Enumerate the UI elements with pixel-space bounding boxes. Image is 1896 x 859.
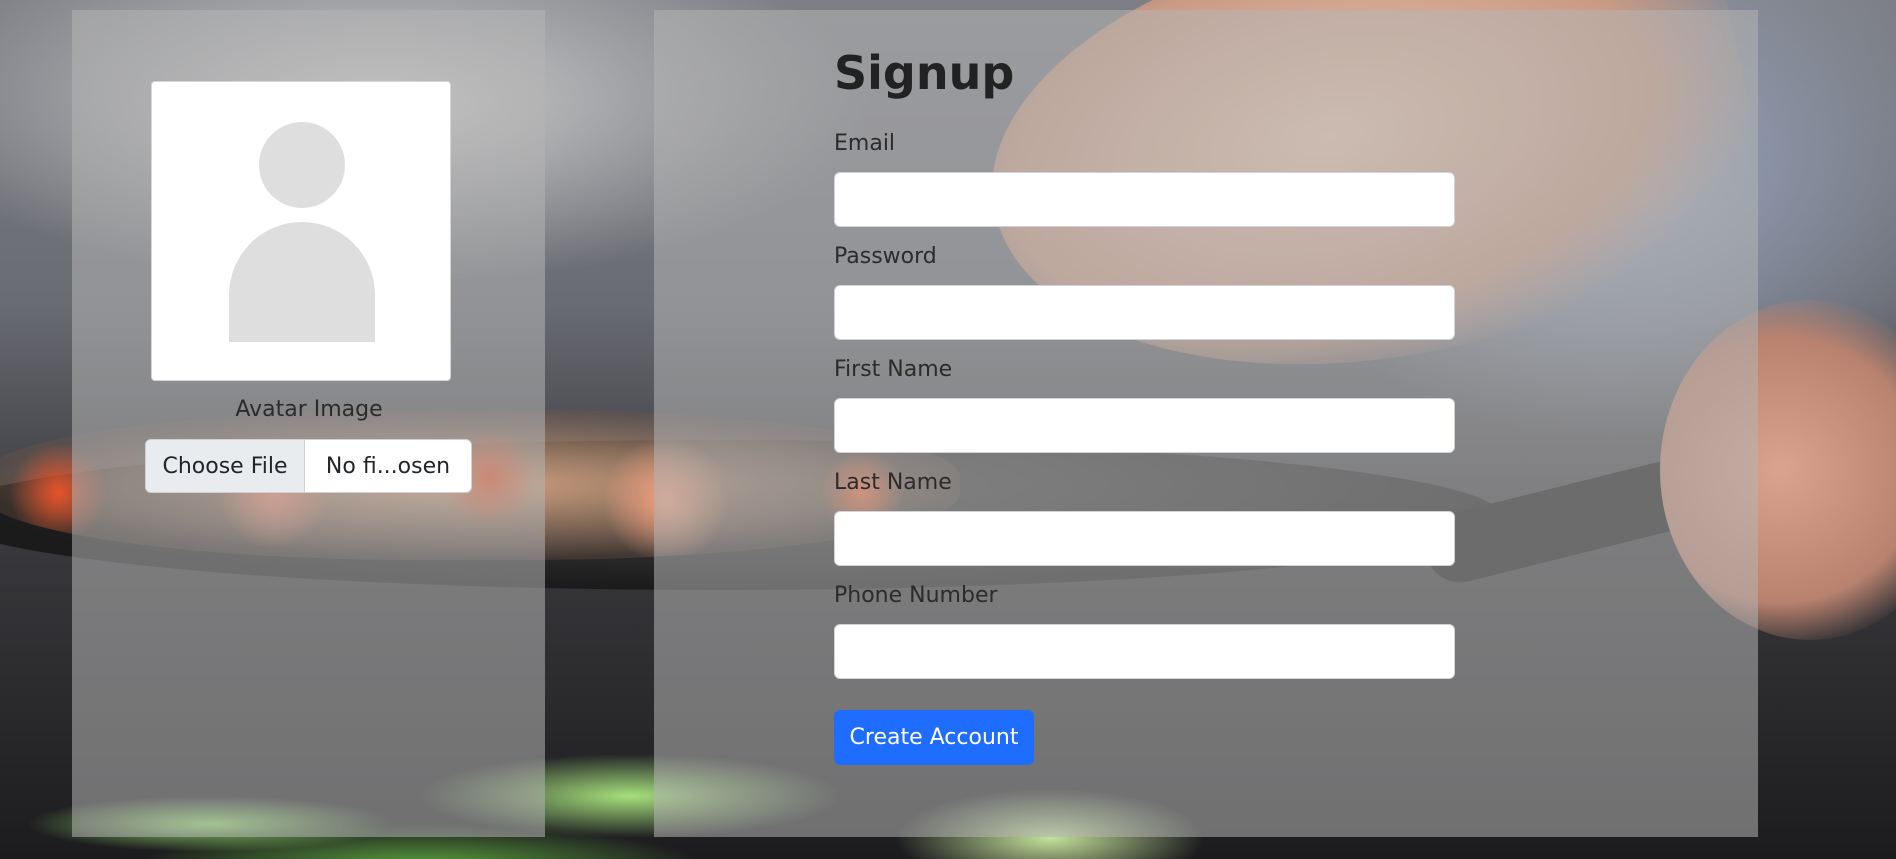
phone-number-label: Phone Number (834, 583, 998, 608)
last-name-field[interactable] (834, 511, 1455, 566)
create-account-button[interactable]: Create Account (834, 710, 1034, 765)
avatar-image (151, 81, 451, 381)
page-title: Signup (834, 46, 1015, 100)
last-name-label: Last Name (834, 470, 952, 495)
password-label: Password (834, 244, 937, 269)
email-field[interactable] (834, 172, 1455, 227)
avatar-file-input[interactable]: Choose File No fi...osen (145, 439, 472, 493)
first-name-label: First Name (834, 357, 953, 382)
avatar-label: Avatar Image (235, 397, 383, 422)
avatar-placeholder-body (229, 222, 375, 342)
phone-number-field[interactable] (834, 624, 1455, 679)
file-status-text: No fi...osen (325, 453, 451, 479)
email-label: Email (834, 131, 896, 156)
password-field[interactable] (834, 285, 1455, 340)
choose-file-button[interactable]: Choose File (146, 440, 305, 492)
avatar-placeholder-icon (259, 122, 345, 208)
first-name-field[interactable] (834, 398, 1455, 453)
